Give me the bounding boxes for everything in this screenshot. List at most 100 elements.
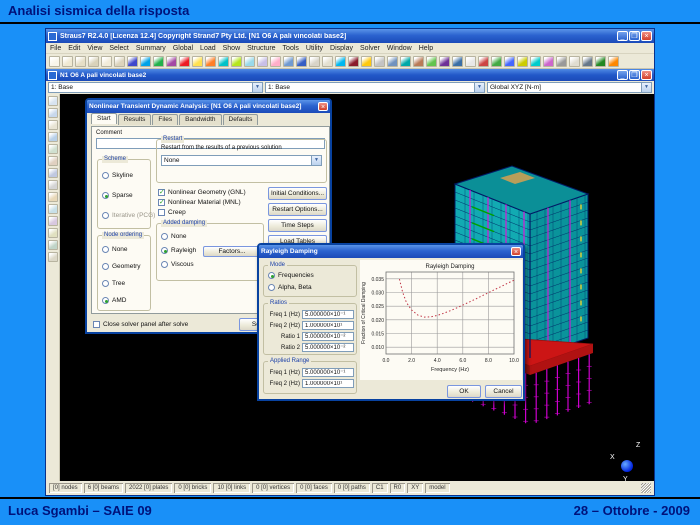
radio-tree[interactable]: Tree <box>102 280 125 287</box>
toolbar-icon[interactable] <box>75 56 86 67</box>
menu-file[interactable]: File <box>50 45 61 52</box>
radio-icon[interactable] <box>161 247 168 254</box>
load-case-combo[interactable]: 1: Base ▼ <box>48 82 263 93</box>
toolbar-icon[interactable] <box>348 56 359 67</box>
toolbar-icon[interactable] <box>179 56 190 67</box>
toolbar-icon[interactable] <box>608 56 619 67</box>
toolbar-icon[interactable] <box>218 56 229 67</box>
maximize-icon[interactable]: ❒ <box>629 31 640 41</box>
checkbox-icon[interactable]: ✓ <box>158 199 165 206</box>
side-toolbar-icon[interactable] <box>48 228 58 238</box>
toolbar-icon[interactable] <box>374 56 385 67</box>
restart-combo[interactable]: None ▼ <box>161 155 322 166</box>
chevron-down-icon[interactable]: ▼ <box>641 83 651 92</box>
radio-icon[interactable] <box>102 297 109 304</box>
menu-show[interactable]: Show <box>223 45 241 52</box>
toolbar-icon[interactable] <box>426 56 437 67</box>
side-toolbar-icon[interactable] <box>48 132 58 142</box>
toolbar-icon[interactable] <box>166 56 177 67</box>
freedom-case-combo[interactable]: 1: Base ▼ <box>265 82 485 93</box>
toolbar-icon[interactable] <box>257 56 268 67</box>
toolbar-icon[interactable] <box>88 56 99 67</box>
model-close-icon[interactable]: × <box>641 70 652 80</box>
menu-summary[interactable]: Summary <box>136 45 166 52</box>
toolbar-icon[interactable] <box>556 56 567 67</box>
side-toolbar-icon[interactable] <box>48 96 58 106</box>
radio-icon[interactable] <box>161 261 168 268</box>
toolbar-icon[interactable] <box>504 56 515 67</box>
toolbar-icon[interactable] <box>322 56 333 67</box>
app-titlebar[interactable]: Straus7 R2.4.0 [Licenza 12.4] Copyright … <box>46 29 654 43</box>
restart-options-button[interactable]: Restart Options... <box>268 203 327 216</box>
toolbar-icon[interactable] <box>49 56 60 67</box>
initial-conditions-button[interactable]: Initial Conditions... <box>268 187 327 200</box>
close-icon[interactable]: × <box>641 31 652 41</box>
solver-close-icon[interactable]: × <box>318 102 328 111</box>
side-toolbar-icon[interactable] <box>48 180 58 190</box>
toolbar-icon[interactable] <box>283 56 294 67</box>
check-nonlinear-geometry-gnl[interactable]: ✓Nonlinear Geometry (GNL) <box>158 189 246 196</box>
menu-select[interactable]: Select <box>109 45 128 52</box>
radio-icon[interactable] <box>161 233 168 240</box>
radio-icon[interactable] <box>268 272 275 279</box>
radio-icon[interactable] <box>102 246 109 253</box>
toolbar-icon[interactable] <box>439 56 450 67</box>
menu-view[interactable]: View <box>87 45 102 52</box>
checkbox-icon[interactable]: ✓ <box>158 189 165 196</box>
toolbar-icon[interactable] <box>400 56 411 67</box>
toolbar-icon[interactable] <box>452 56 463 67</box>
resize-grip[interactable] <box>641 483 651 493</box>
chevron-down-icon[interactable]: ▼ <box>311 156 321 165</box>
radio-iterative-pcg[interactable]: Iterative (PCG) <box>102 212 155 219</box>
radio-geometry[interactable]: Geometry <box>102 263 141 270</box>
menu-edit[interactable]: Edit <box>68 45 80 52</box>
toolbar-icon[interactable] <box>296 56 307 67</box>
menu-global[interactable]: Global <box>173 45 193 52</box>
toolbar-icon[interactable] <box>569 56 580 67</box>
radio-icon[interactable] <box>102 263 109 270</box>
toolbar-icon[interactable] <box>595 56 606 67</box>
side-toolbar-icon[interactable] <box>48 192 58 202</box>
menu-display[interactable]: Display <box>330 45 353 52</box>
tab-results[interactable]: Results <box>118 114 152 125</box>
ratio-1-field[interactable] <box>302 332 354 341</box>
menu-load[interactable]: Load <box>200 45 216 52</box>
toolbar-icon[interactable] <box>205 56 216 67</box>
toolbar-icon[interactable] <box>413 56 424 67</box>
toolbar-icon[interactable] <box>309 56 320 67</box>
close-panel-checkbox[interactable] <box>93 321 100 328</box>
freq-1-hz-field[interactable] <box>302 310 354 319</box>
model-restore-icon[interactable]: ❒ <box>629 70 640 80</box>
radio-icon[interactable] <box>102 212 109 219</box>
toolbar-icon[interactable] <box>62 56 73 67</box>
radio-rayleigh[interactable]: Rayleigh <box>161 247 196 254</box>
toolbar-icon[interactable] <box>140 56 151 67</box>
model-minimize-icon[interactable]: _ <box>617 70 628 80</box>
radio-icon[interactable] <box>102 172 109 179</box>
coord-system-combo[interactable]: Global XYZ [N-m] ▼ <box>487 82 652 93</box>
rayleigh-close-icon[interactable]: × <box>511 247 521 256</box>
radio-icon[interactable] <box>102 192 109 199</box>
time-steps-button[interactable]: Time Steps <box>268 219 327 232</box>
ok-button[interactable]: OK <box>447 385 481 398</box>
toolbar-icon[interactable] <box>543 56 554 67</box>
toolbar-icon[interactable] <box>361 56 372 67</box>
radio-frequencies[interactable]: Frequencies <box>268 272 314 279</box>
freq-2-hz-field[interactable] <box>302 321 354 330</box>
toolbar-icon[interactable] <box>114 56 125 67</box>
toolbar-icon[interactable] <box>101 56 112 67</box>
check-nonlinear-material-mnl[interactable]: ✓Nonlinear Material (MNL) <box>158 199 241 206</box>
tab-bandwidth[interactable]: Bandwidth <box>179 114 221 125</box>
radio-skyline[interactable]: Skyline <box>102 172 133 179</box>
side-toolbar-icon[interactable] <box>48 240 58 250</box>
side-toolbar-icon[interactable] <box>48 108 58 118</box>
check-creep[interactable]: Creep <box>158 209 186 216</box>
radio-alpha-beta[interactable]: Alpha, Beta <box>268 284 312 291</box>
toolbar-icon[interactable] <box>335 56 346 67</box>
side-toolbar-icon[interactable] <box>48 120 58 130</box>
side-toolbar-icon[interactable] <box>48 216 58 226</box>
toolbar-icon[interactable] <box>127 56 138 67</box>
radio-icon[interactable] <box>268 284 275 291</box>
toolbar-icon[interactable] <box>231 56 242 67</box>
toolbar-icon[interactable] <box>465 56 476 67</box>
